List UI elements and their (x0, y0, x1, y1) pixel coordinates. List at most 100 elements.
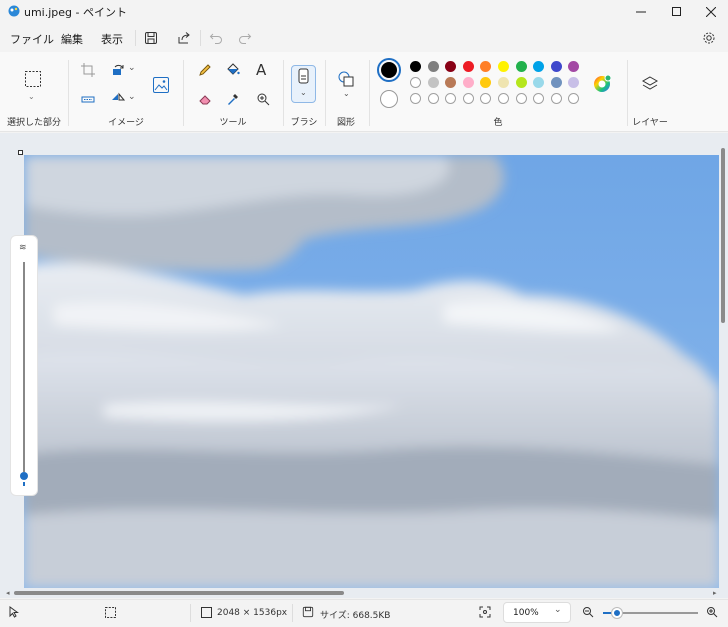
brush-size-icon: ≋ (19, 243, 27, 253)
eraser-button[interactable] (196, 90, 214, 108)
pencil-button[interactable] (196, 61, 214, 79)
select-button[interactable] (24, 70, 42, 88)
palette-color-swatch[interactable] (568, 61, 580, 72)
palette-color-swatch[interactable] (427, 93, 439, 104)
palette-color-swatch[interactable] (515, 77, 527, 88)
undo-icon (209, 33, 222, 44)
palette-color-swatch[interactable] (410, 77, 421, 88)
group-label-image: イメージ (108, 118, 144, 128)
zoom-in-button[interactable] (706, 606, 718, 621)
redo-icon (239, 33, 252, 44)
rectangle-select-icon (25, 71, 41, 87)
status-divider (292, 604, 293, 622)
palette-color-swatch[interactable] (462, 61, 474, 72)
file-size-icon (302, 606, 314, 621)
palette-color-swatch[interactable] (480, 61, 492, 72)
brush-button[interactable]: ⌄ (291, 65, 316, 103)
palette-color-swatch[interactable] (515, 93, 527, 104)
group-label-layers: レイヤー (632, 118, 668, 128)
chevron-down-icon[interactable]: ⌄ (343, 89, 350, 98)
minimize-icon (636, 11, 646, 13)
maximize-button[interactable] (660, 0, 694, 24)
selection-size-icon (105, 607, 116, 621)
horizontal-scroll-thumb[interactable] (14, 591, 344, 595)
maximize-icon (672, 7, 681, 16)
palette-color-swatch[interactable] (427, 77, 439, 88)
palette-color-swatch[interactable] (550, 61, 562, 72)
text-tool-button[interactable]: A (256, 61, 266, 79)
magnifier-button[interactable] (254, 90, 272, 108)
secondary-color-swatch[interactable] (380, 90, 398, 108)
group-label-selection: 選択した部分 (6, 118, 61, 128)
palette-color-swatch[interactable] (410, 61, 421, 72)
palette-color-swatch[interactable] (445, 93, 457, 104)
palette-color-swatch[interactable] (533, 61, 545, 72)
palette-color-swatch[interactable] (462, 93, 474, 104)
menu-view[interactable]: 表示 (101, 31, 123, 47)
palette-color-swatch[interactable] (498, 93, 509, 104)
palette-color-swatch[interactable] (550, 93, 562, 104)
flip-button[interactable] (109, 90, 127, 108)
menu-divider (135, 30, 136, 46)
resize-button[interactable] (79, 90, 97, 108)
fill-button[interactable] (224, 61, 242, 79)
palette-color-swatch[interactable] (498, 77, 509, 88)
share-button[interactable] (175, 29, 193, 47)
chevron-down-icon[interactable]: ⌄ (128, 63, 136, 73)
close-button[interactable] (694, 0, 728, 24)
status-divider (190, 604, 191, 622)
rotate-button[interactable] (109, 61, 127, 79)
brush-size-slider-track[interactable] (23, 262, 25, 472)
palette-color-swatch[interactable] (550, 77, 562, 88)
palette-color-swatch[interactable] (515, 61, 527, 72)
redo-button[interactable] (236, 29, 254, 47)
color-picker-button[interactable] (224, 90, 242, 108)
file-size: サイズ: 668.5KB (320, 611, 391, 621)
image-properties-button[interactable] (152, 76, 170, 94)
palette-color-swatch[interactable] (462, 77, 474, 88)
undo-button[interactable] (207, 29, 225, 47)
palette-color-swatch[interactable] (533, 77, 545, 88)
brush-size-slider-thumb[interactable] (20, 472, 28, 480)
zoom-out-button[interactable] (582, 606, 594, 621)
ribbon-separator (627, 60, 628, 126)
zoom-slider-track[interactable] (603, 608, 698, 618)
settings-button[interactable] (700, 29, 718, 47)
zoom-select[interactable]: 100% ⌄ (503, 602, 571, 623)
sky-clouds-image (24, 155, 719, 588)
fit-to-window-button[interactable] (479, 606, 491, 621)
chevron-down-icon[interactable]: ⌄ (128, 92, 136, 102)
edit-colors-button[interactable] (593, 74, 612, 96)
vertical-scrollbar[interactable] (721, 140, 725, 590)
menu-edit[interactable]: 編集 (61, 31, 83, 47)
zoom-icon (257, 93, 270, 106)
palette-color-swatch[interactable] (568, 93, 580, 104)
primary-color-swatch[interactable] (377, 58, 401, 82)
horizontal-scrollbar[interactable]: ◂ ▸ (6, 589, 720, 597)
palette-color-swatch[interactable] (480, 77, 492, 88)
palette-color-swatch[interactable] (410, 93, 421, 104)
save-button[interactable] (142, 29, 160, 47)
palette-color-swatch[interactable] (568, 77, 580, 88)
crop-button[interactable] (79, 61, 97, 79)
window-title: umi.jpeg - ペイント (24, 6, 127, 19)
canvas-image[interactable] (24, 155, 719, 588)
canvas-resize-handle[interactable] (18, 150, 23, 155)
layers-button[interactable] (641, 75, 659, 93)
group-label-brush: ブラシ (290, 118, 318, 128)
eraser-icon (199, 95, 211, 105)
shapes-button[interactable] (337, 70, 355, 88)
chevron-down-icon: ⌄ (554, 605, 562, 615)
palette-color-swatch[interactable] (498, 61, 509, 72)
menu-file[interactable]: ファイル (10, 31, 54, 47)
palette-color-swatch[interactable] (480, 93, 492, 104)
menu-divider (200, 30, 201, 46)
palette-color-swatch[interactable] (445, 77, 457, 88)
minimize-button[interactable] (624, 0, 658, 24)
brush-icon (298, 68, 309, 84)
palette-color-swatch[interactable] (533, 93, 545, 104)
palette-color-swatch[interactable] (445, 61, 457, 72)
vertical-scroll-thumb[interactable] (721, 148, 725, 323)
chevron-down-icon[interactable]: ⌄ (28, 92, 35, 101)
palette-color-swatch[interactable] (427, 61, 439, 72)
